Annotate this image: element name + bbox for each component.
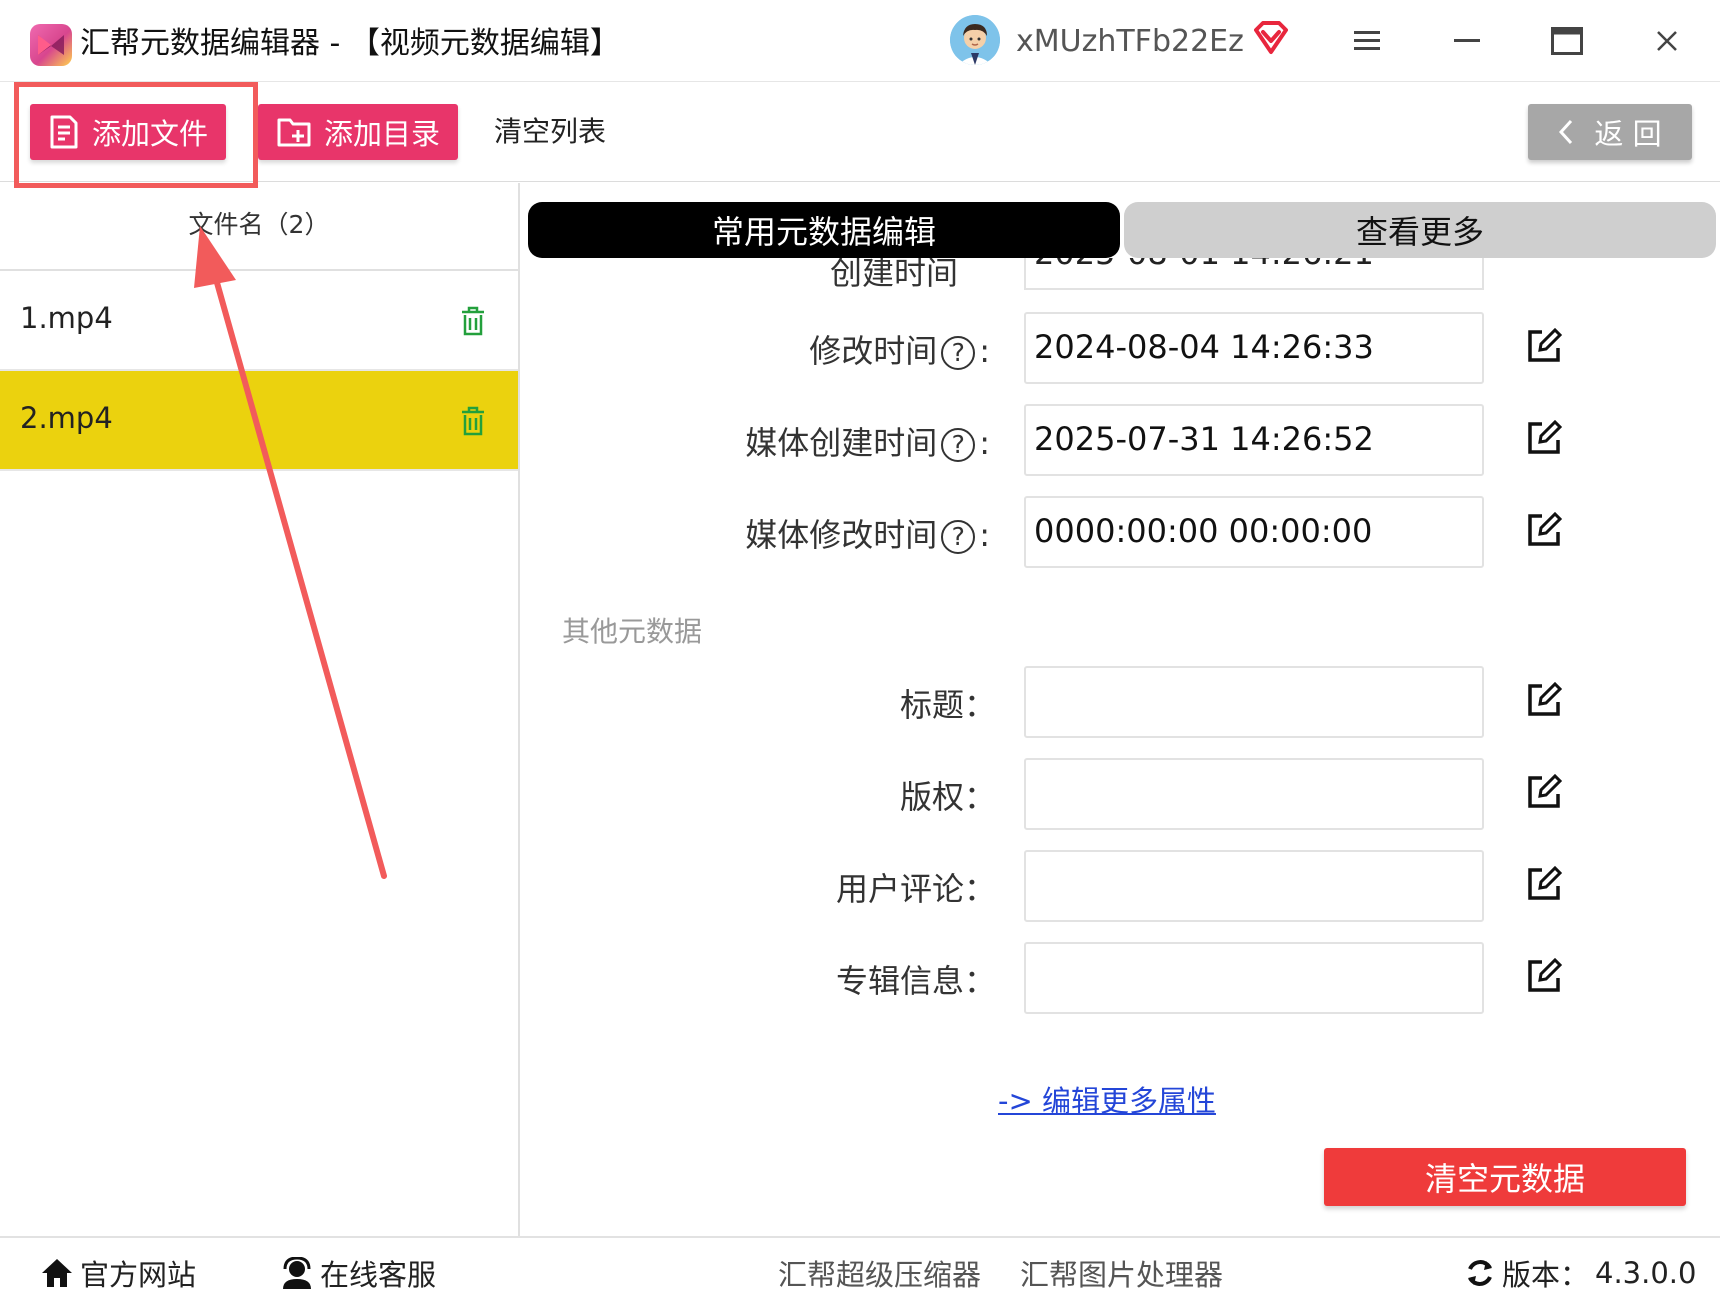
edit-icon[interactable] <box>1526 327 1563 368</box>
scrolled-field-row: 创建时间 2025-08-01 14:26:21 <box>528 258 1698 294</box>
help-icon[interactable]: ? <box>941 428 976 462</box>
online-support-link[interactable]: 在线客服 <box>280 1252 436 1294</box>
edit-icon[interactable] <box>1526 681 1563 722</box>
edit-more-properties-link[interactable]: -> 编辑更多属性 <box>998 1078 1216 1120</box>
album-info-label: 专辑信息： <box>835 962 996 1000</box>
maximize-icon[interactable] <box>1544 18 1590 64</box>
album-info-field[interactable] <box>1024 942 1484 1014</box>
tab-view-more[interactable]: 查看更多 <box>1124 202 1716 258</box>
file-row[interactable]: 1.mp4 <box>0 271 518 371</box>
other-metadata-section-label: 其他元数据 <box>562 615 703 648</box>
modify-time-label: 修改时间?: <box>809 332 990 370</box>
app-logo-icon <box>30 24 72 66</box>
trash-icon[interactable] <box>460 306 486 340</box>
title-bar: 汇帮元数据编辑器 - 【视频元数据编辑】 xMUzhTFb22Ez <box>0 0 1720 82</box>
image-processor-link[interactable]: 汇帮图片处理器 <box>1020 1252 1223 1294</box>
status-bar: 官方网站 在线客服 汇帮超级压缩器 汇帮图片处理器 版本： 4.3.0.0 <box>0 1236 1720 1300</box>
avatar[interactable] <box>950 15 1000 65</box>
username[interactable]: xMUzhTFb22Ez <box>1016 20 1244 64</box>
home-icon <box>42 1259 72 1287</box>
file-list-header: 文件名（2） <box>0 183 518 271</box>
compressor-link[interactable]: 汇帮超级压缩器 <box>778 1252 981 1294</box>
create-time-field[interactable]: 2025-08-01 14:26:21 <box>1024 258 1484 290</box>
help-icon[interactable]: ? <box>941 520 976 554</box>
version-number: 4.3.0.0 <box>1595 1256 1697 1290</box>
file-list-panel: 文件名（2） 1.mp4 2.mp4 <box>0 183 520 1236</box>
add-directory-button[interactable]: 添加目录 <box>258 104 459 160</box>
back-label: 返 回 <box>1594 117 1662 151</box>
version-info: 版本： 4.3.0.0 <box>1464 1252 1696 1294</box>
official-website-label: 官方网站 <box>80 1258 197 1292</box>
copyright-label: 版权： <box>899 778 996 816</box>
file-name: 1.mp4 <box>20 301 113 335</box>
user-comment-label: 用户评论： <box>835 870 996 908</box>
app-title: 汇帮元数据编辑器 - 【视频元数据编辑】 <box>80 26 620 61</box>
clear-metadata-button[interactable]: 清空元数据 <box>1324 1148 1686 1206</box>
media-create-time-field[interactable]: 2025-07-31 14:26:52 <box>1024 404 1484 476</box>
user-comment-field[interactable] <box>1024 850 1484 922</box>
clear-list-button[interactable]: 清空列表 <box>494 112 606 152</box>
folder-add-icon <box>277 118 311 147</box>
tab-common-metadata[interactable]: 常用元数据编辑 <box>528 202 1120 258</box>
edit-icon[interactable] <box>1526 865 1563 906</box>
create-time-label: 创建时间 <box>830 258 959 292</box>
file-row-selected[interactable]: 2.mp4 <box>0 371 518 471</box>
trash-icon[interactable] <box>460 406 486 440</box>
minimize-icon[interactable] <box>1444 18 1490 64</box>
menu-icon[interactable] <box>1344 18 1390 64</box>
annotation-highlight-box <box>14 82 258 188</box>
edit-icon[interactable] <box>1526 511 1563 552</box>
file-name: 2.mp4 <box>20 401 113 435</box>
close-icon[interactable] <box>1644 18 1690 64</box>
media-modify-time-label: 媒体修改时间?: <box>745 516 990 554</box>
vip-diamond-icon[interactable] <box>1252 20 1290 60</box>
help-icon[interactable]: ? <box>941 336 976 370</box>
title-field[interactable] <box>1024 666 1484 738</box>
modify-time-field[interactable]: 2024-08-04 14:26:33 <box>1024 312 1484 384</box>
refresh-icon[interactable] <box>1464 1257 1496 1289</box>
edit-icon[interactable] <box>1526 773 1563 814</box>
back-button[interactable]: 返 回 <box>1528 104 1692 160</box>
edit-icon[interactable] <box>1526 957 1563 998</box>
version-label: 版本： <box>1502 1258 1590 1292</box>
chevron-left-icon <box>1559 119 1573 145</box>
file-count-label: 文件名（2） <box>188 210 330 239</box>
title-label: 标题： <box>899 686 996 724</box>
copyright-field[interactable] <box>1024 758 1484 830</box>
media-modify-time-field[interactable]: 0000:00:00 00:00:00 <box>1024 496 1484 568</box>
official-website-link[interactable]: 官方网站 <box>40 1252 196 1294</box>
media-create-time-label: 媒体创建时间?: <box>745 424 990 462</box>
headset-icon <box>283 1257 311 1289</box>
online-support-label: 在线客服 <box>320 1258 437 1292</box>
add-directory-label: 添加目录 <box>324 117 441 151</box>
edit-icon[interactable] <box>1526 419 1563 460</box>
